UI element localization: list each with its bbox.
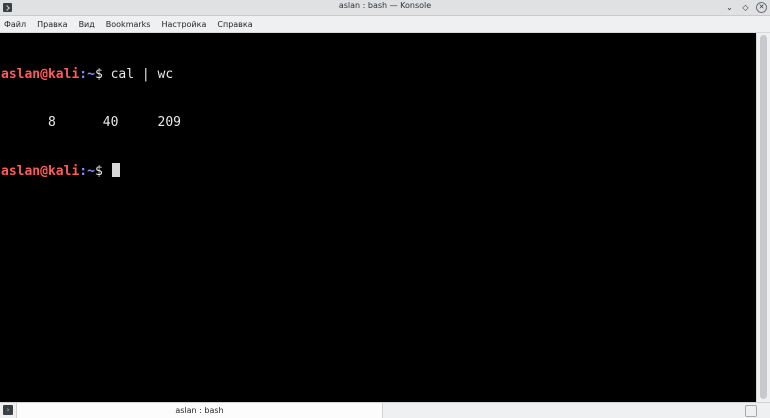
menu-view[interactable]: Вид: [79, 16, 95, 33]
text-cursor: [111, 163, 120, 177]
new-tab-icon[interactable]: ›: [3, 405, 13, 415]
window-controls: ⌄ ◇ ✕: [724, 2, 767, 13]
menu-edit[interactable]: Правка: [37, 16, 67, 33]
menu-file[interactable]: Файл: [4, 16, 26, 33]
tab-aslan-bash[interactable]: aslan : bash: [16, 403, 383, 418]
minimize-icon[interactable]: ⌄: [724, 2, 735, 13]
title-bar[interactable]: aslan : bash — Konsole ⌄ ◇ ✕: [0, 0, 770, 16]
command-output: 8 40 209: [1, 115, 182, 130]
menu-settings[interactable]: Настройка: [161, 16, 206, 33]
window-title: aslan : bash — Konsole: [338, 1, 432, 10]
command-text: cal | wc: [110, 67, 174, 82]
close-icon[interactable]: ✕: [756, 2, 767, 13]
terminal-view[interactable]: aslan@kali:~$ cal | wc 8 40 209 aslan@ka…: [0, 33, 756, 402]
prompt-path: :~: [79, 164, 95, 179]
keep-above-icon[interactable]: ◇: [740, 2, 751, 13]
tab-bar: › aslan : bash: [0, 402, 770, 418]
terminal-line-output: 8 40 209: [1, 115, 756, 131]
prompt-path: :~: [79, 67, 95, 82]
prompt-symbol: $: [94, 164, 111, 179]
menu-bookmarks[interactable]: Bookmarks: [106, 16, 151, 33]
menu-bar: Файл Правка Вид Bookmarks Настройка Спра…: [0, 16, 770, 33]
prompt-user-host: aslan@kali: [1, 67, 80, 82]
close-tab-icon[interactable]: [745, 405, 757, 417]
scrollbar-thumb[interactable]: [760, 35, 767, 399]
vertical-scrollbar[interactable]: [756, 33, 770, 402]
prompt-user-host: aslan@kali: [1, 164, 80, 179]
terminal-line-command: aslan@kali:~$ cal | wc: [1, 67, 756, 83]
terminal-line-prompt: aslan@kali:~$: [1, 163, 756, 179]
prompt-symbol: $: [94, 67, 111, 82]
menu-help[interactable]: Справка: [217, 16, 252, 33]
